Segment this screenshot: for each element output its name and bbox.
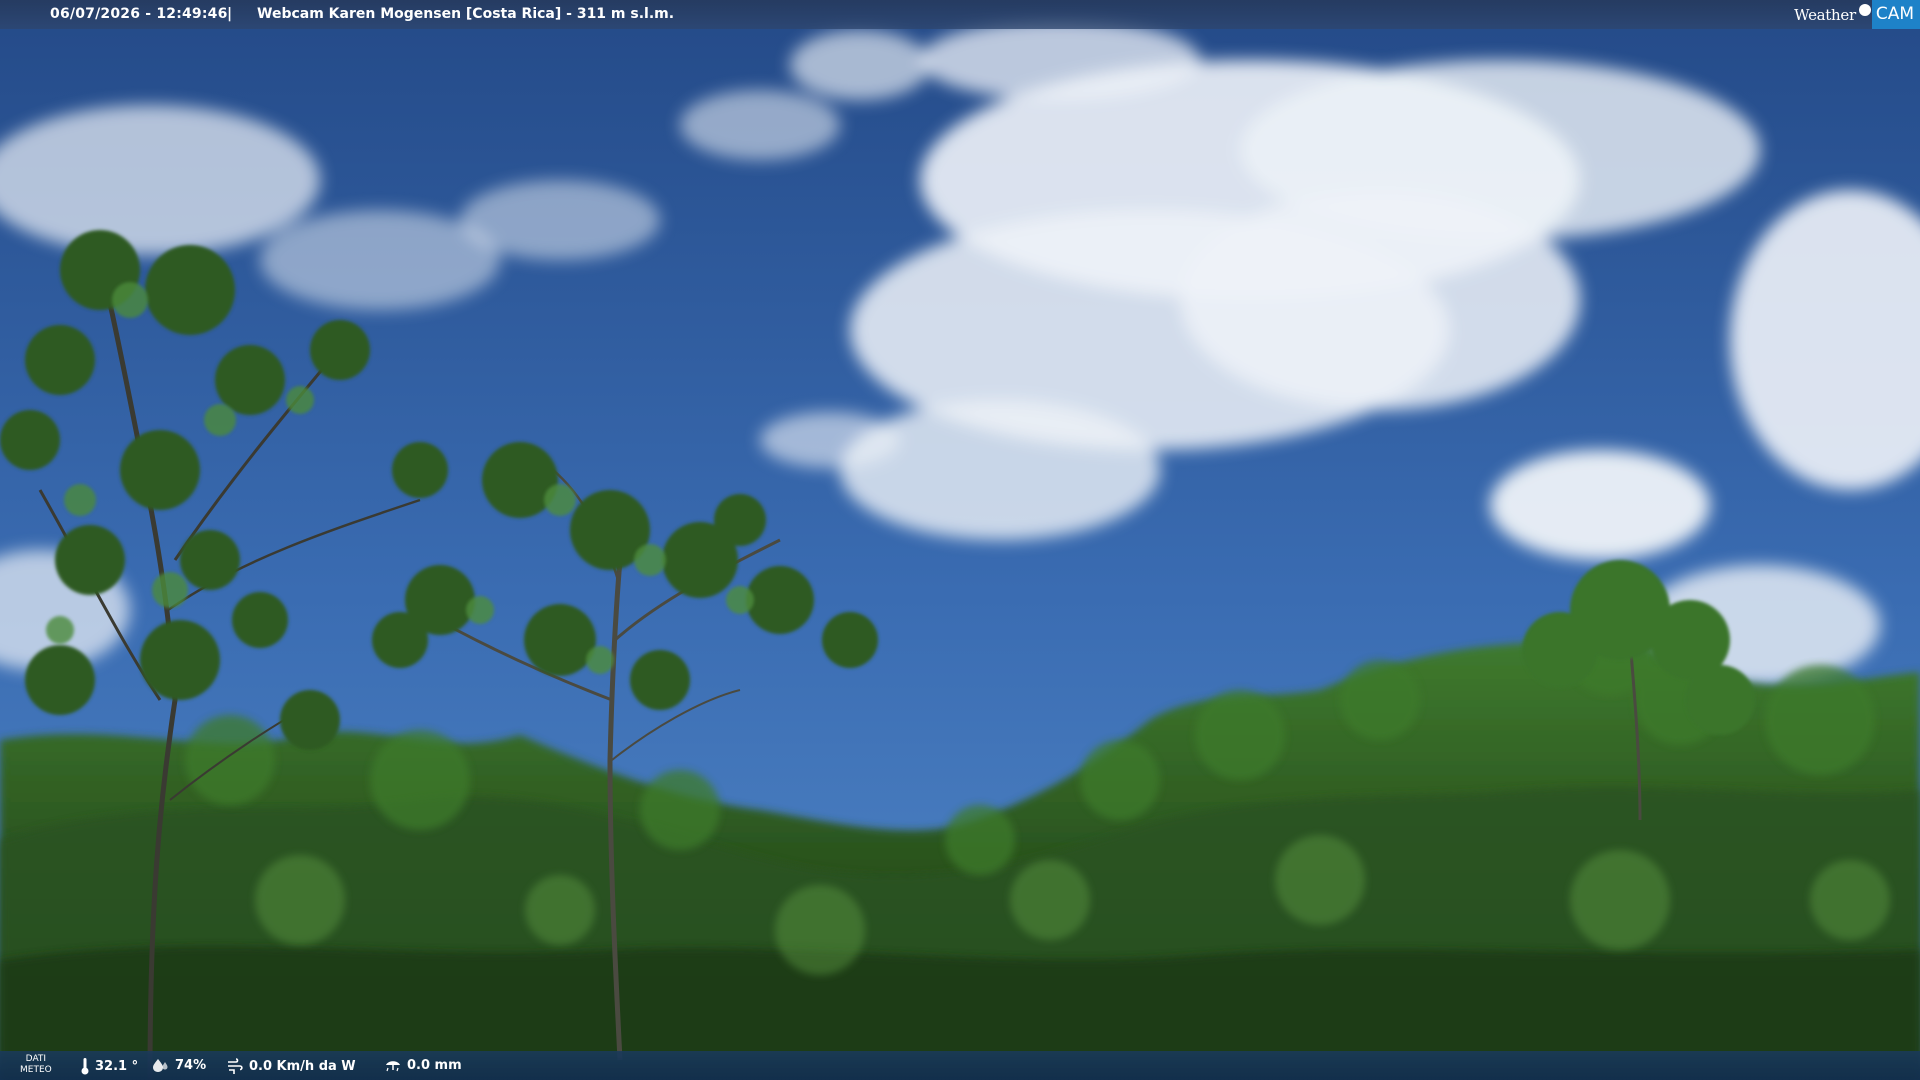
thermometer-icon [81,1058,89,1075]
logo-cam-text: CAM [1871,0,1920,29]
webcam-title: Webcam Karen Mogensen [Costa Rica] - 311… [257,6,675,22]
logo-dot-icon [1858,3,1871,16]
wind-value: 0.0 Km/h da W [249,1058,356,1074]
temperature-value: 32.1 ° [95,1058,139,1074]
weathercam-logo: Weather CAM [1794,0,1920,29]
rain-value: 0.0 mm [407,1057,462,1073]
top-info-bar: 06/07/2026 - 12:49:46 | Webcam Karen Mog… [0,0,1920,29]
humidity-icon [153,1059,168,1072]
separator: | [227,6,233,22]
humidity-metric: 74% [152,1057,206,1073]
dati-meteo-label: DATI METEO [20,1054,52,1076]
webcam-scene [0,0,1920,1080]
meteo-text: METEO [20,1065,52,1075]
dati-text: DATI [25,1054,47,1064]
humidity-value: 74% [175,1057,207,1073]
rain-icon [386,1061,400,1072]
wind-metric: 0.0 Km/h da W [226,1057,356,1075]
weather-data-bar: DATI METEO 32.1 ° 74% 0.0 Km/h da W 0.0 … [0,1051,1920,1080]
wind-icon [228,1058,243,1074]
logo-weather-text: Weather [1794,5,1856,24]
temperature-metric: 32.1 ° [80,1057,138,1075]
datetime-label: 06/07/2026 - 12:49:46 [50,6,228,22]
rain-metric: 0.0 mm [384,1057,462,1073]
